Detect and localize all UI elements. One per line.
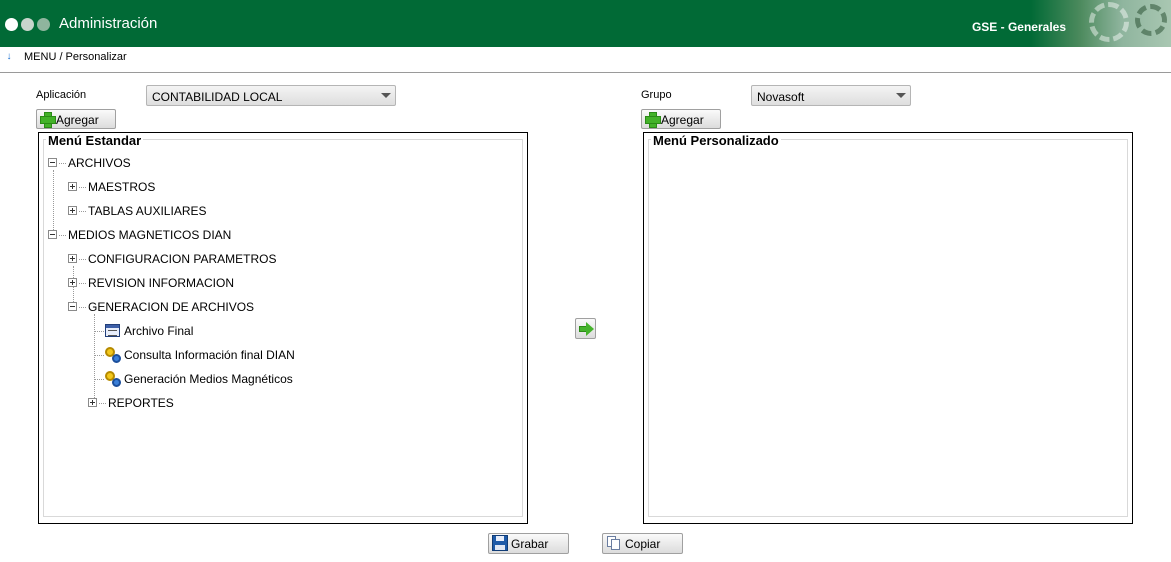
- collapse-icon[interactable]: [48, 230, 57, 239]
- group-label: Grupo: [641, 89, 672, 101]
- add-custom-button[interactable]: Agregar: [641, 109, 721, 129]
- group-select[interactable]: Novasoft: [751, 85, 911, 106]
- custom-menu-title: Menú Personalizado: [651, 133, 781, 148]
- copy-button[interactable]: Copiar: [602, 533, 683, 554]
- tree-node-label: REPORTES: [108, 396, 174, 410]
- tree-node-label: Consulta Información final DIAN: [124, 348, 295, 362]
- tree-node-label: Generación Medios Magnéticos: [124, 372, 293, 386]
- tree-node-configuracion-parametros[interactable]: CONFIGURACION PARAMETROS: [68, 251, 328, 267]
- expand-icon[interactable]: [68, 254, 77, 263]
- gear-decoration-icon: [1135, 4, 1167, 36]
- tree-node-generacion-medios[interactable]: Generación Medios Magnéticos: [104, 371, 364, 387]
- arrow-right-icon: [586, 322, 594, 336]
- tree-connector: [94, 379, 104, 380]
- expand-icon[interactable]: [88, 398, 97, 407]
- module-label: GSE - Generales: [971, 20, 1066, 34]
- standard-menu-title: Menú Estandar: [46, 133, 144, 148]
- add-standard-button[interactable]: Agregar: [36, 109, 116, 129]
- tree-connector: [94, 355, 104, 356]
- add-icon: [39, 111, 56, 128]
- application-select-value: CONTABILIDAD LOCAL: [152, 90, 283, 104]
- collapse-icon[interactable]: [48, 158, 57, 167]
- tree-node-medios-magneticos[interactable]: MEDIOS MAGNETICOS DIAN: [48, 227, 308, 243]
- tree-node-label: Archivo Final: [124, 324, 194, 338]
- move-right-button[interactable]: [575, 318, 596, 339]
- copy-label: Copiar: [625, 537, 661, 551]
- chevron-down-icon: [381, 93, 391, 98]
- dot-icon: [37, 18, 50, 31]
- tree-node-consulta-informacion[interactable]: Consulta Información final DIAN: [104, 347, 364, 363]
- tree-node-tablas-auxiliares[interactable]: TABLAS AUXILIARES: [68, 203, 268, 219]
- group-select-value: Novasoft: [757, 90, 805, 104]
- tree-node-label: CONFIGURACION PARAMETROS: [88, 252, 277, 266]
- tree-node-label: GENERACION DE ARCHIVOS: [88, 300, 255, 314]
- add-custom-label: Agregar: [661, 113, 704, 127]
- tree-connector: [94, 314, 95, 404]
- tree-node-revision-informacion[interactable]: REVISION INFORMACION: [68, 275, 328, 291]
- tree-node-label: ARCHIVOS: [68, 156, 131, 170]
- tree-node-maestros[interactable]: MAESTROS: [68, 179, 268, 195]
- save-label: Grabar: [511, 537, 549, 551]
- tree-node-label: MAESTROS: [88, 180, 156, 194]
- tree-node-generacion-archivos[interactable]: GENERACION DE ARCHIVOS: [68, 299, 328, 315]
- tree-node-label: MEDIOS MAGNETICOS DIAN: [68, 228, 232, 242]
- gears-icon: [105, 347, 122, 364]
- dot-icon: [21, 18, 34, 31]
- breadcrumb-text: MENU / Personalizar: [24, 51, 127, 63]
- app-header: Administración GSE - Generales: [0, 0, 1171, 47]
- application-select[interactable]: CONTABILIDAD LOCAL: [146, 85, 396, 106]
- tree-node-label: REVISION INFORMACION: [88, 276, 235, 290]
- collapse-icon[interactable]: [68, 302, 77, 311]
- add-icon: [644, 111, 661, 128]
- info-arrow-icon: ↓: [6, 51, 12, 62]
- window-dots: [5, 18, 50, 31]
- gears-icon: [105, 371, 122, 388]
- chevron-down-icon: [896, 93, 906, 98]
- dot-icon: [5, 18, 18, 31]
- custom-menu-panel: Menú Personalizado: [643, 132, 1133, 524]
- gear-decoration-icon: [1089, 2, 1129, 42]
- tree-node-reportes[interactable]: REPORTES: [88, 395, 288, 411]
- copy-icon: [606, 535, 622, 551]
- expand-icon[interactable]: [68, 278, 77, 287]
- tree-node-archivo-final[interactable]: Archivo Final: [104, 323, 364, 339]
- application-label: Aplicación: [36, 89, 87, 101]
- app-title: Administración: [59, 15, 158, 32]
- form-icon: [105, 324, 120, 337]
- custom-menu-tree: [648, 139, 1128, 517]
- tree-node-archivos[interactable]: ARCHIVOS: [48, 155, 248, 171]
- tree-node-label: TABLAS AUXILIARES: [88, 204, 207, 218]
- tree-connector: [94, 331, 104, 332]
- expand-icon[interactable]: [68, 206, 77, 215]
- add-standard-label: Agregar: [56, 113, 99, 127]
- breadcrumb: ↓ MENU / Personalizar: [0, 47, 1171, 73]
- save-icon: [492, 535, 508, 551]
- expand-icon[interactable]: [68, 182, 77, 191]
- save-button[interactable]: Grabar: [488, 533, 569, 554]
